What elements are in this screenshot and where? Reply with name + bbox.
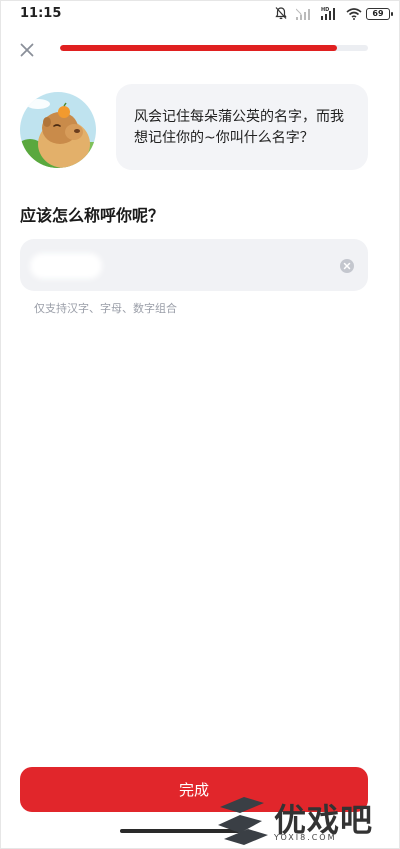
- svg-text:HD: HD: [321, 7, 329, 13]
- speech-bubble: 风会记住每朵蒲公英的名字，而我 想记住你的~你叫什么名字？: [116, 84, 368, 170]
- status-icons: HD: [274, 6, 362, 22]
- bell-muted-icon: [274, 5, 288, 24]
- input-hint: 仅支持汉字、字母、数字组合: [34, 302, 177, 315]
- clear-circle-icon[interactable]: [340, 258, 354, 273]
- battery-icon: 69: [366, 8, 393, 20]
- status-time: 11:15: [20, 6, 62, 21]
- close-button[interactable]: [14, 38, 40, 64]
- close-icon: [20, 42, 34, 61]
- progress-bar: [60, 45, 368, 51]
- watermark-logo-icon: [218, 797, 268, 845]
- hd-signal-icon: HD: [320, 5, 338, 24]
- avatar: [20, 92, 96, 168]
- question-title: 应该怎么称呼你呢？: [20, 206, 165, 225]
- bubble-line-2: 想记住你的~你叫什么名字？: [134, 130, 314, 146]
- watermark-logo: 优戏吧 YOXI8.COM: [214, 795, 394, 845]
- capybara-avatar-illustration: [20, 92, 96, 168]
- bubble-line-1: 风会记住每朵蒲公英的名字，而我: [134, 109, 344, 125]
- name-input-box[interactable]: [20, 239, 368, 293]
- watermark-url: YOXI8.COM: [274, 833, 337, 842]
- signal-icon: [295, 5, 312, 24]
- progress-fill: [60, 45, 338, 51]
- name-input[interactable]: [38, 239, 332, 293]
- status-bar: 11:15 HD 69: [0, 0, 400, 30]
- wifi-icon: [346, 5, 362, 24]
